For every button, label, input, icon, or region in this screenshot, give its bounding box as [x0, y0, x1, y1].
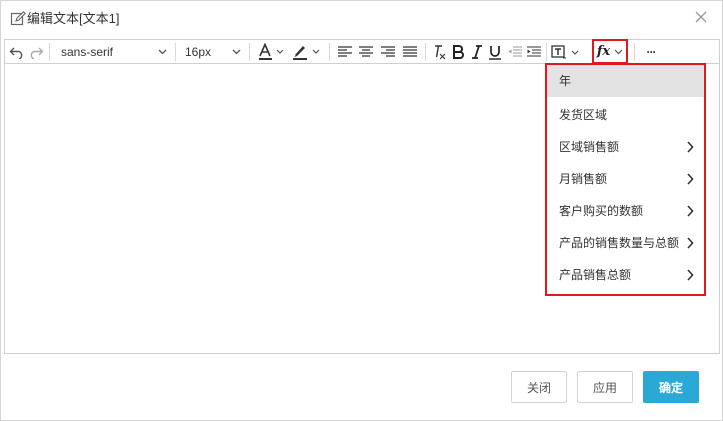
more-button[interactable]: ···	[639, 40, 663, 64]
close-button-label: 关闭	[526, 380, 551, 395]
font-color-button[interactable]	[257, 40, 287, 64]
outdent-button[interactable]	[506, 40, 523, 64]
align-justify-icon	[403, 46, 417, 57]
toolbar-divider	[249, 43, 250, 61]
textbox-icon	[551, 45, 579, 59]
menu-item-customer-purchase[interactable]: 客户购买的数额	[547, 195, 704, 227]
menu-item-label: 产品的销售数量与总额	[559, 236, 680, 250]
indent-icon	[526, 46, 541, 57]
editor-toolbar: sans-serif 16px fx ···	[4, 39, 720, 64]
undo-button[interactable]	[8, 40, 26, 64]
apply-button[interactable]: 应用	[577, 371, 633, 403]
menu-item-label: 客户购买的数额	[559, 204, 644, 218]
menu-item-product-qty-total[interactable]: 产品的销售数量与总额	[547, 227, 704, 259]
menu-item-year[interactable]: 年	[547, 65, 704, 97]
italic-icon	[472, 45, 482, 59]
chevron-right-icon	[687, 237, 694, 249]
chevron-down-icon	[158, 49, 167, 55]
clear-format-button[interactable]	[432, 40, 448, 64]
formula-button[interactable]: fx	[592, 39, 628, 64]
close-icon[interactable]	[694, 10, 708, 24]
toolbar-divider	[329, 43, 330, 61]
font-family-value: sans-serif	[61, 45, 114, 59]
dialog-title: 编辑文本[文本1]	[27, 11, 120, 26]
bold-icon	[453, 45, 464, 59]
font-size-value: 16px	[185, 45, 212, 59]
menu-item-label: 产品销售总额	[559, 268, 632, 282]
menu-item-label: 月销售额	[559, 172, 608, 186]
menu-item-monthly-sales[interactable]: 月销售额	[547, 163, 704, 195]
underline-icon	[489, 45, 501, 60]
align-center-icon	[359, 46, 373, 57]
font-color-icon	[259, 43, 284, 60]
redo-button[interactable]	[27, 40, 45, 64]
chevron-down-icon	[614, 49, 623, 54]
fx-icon: fx	[596, 44, 611, 59]
bold-button[interactable]	[450, 40, 466, 64]
toolbar-divider	[634, 43, 635, 61]
title-bar: 编辑文本[文本1]	[1, 1, 722, 37]
chevron-right-icon	[687, 269, 694, 281]
indent-button[interactable]	[525, 40, 542, 64]
underline-button[interactable]	[487, 40, 503, 64]
chevron-right-icon	[687, 173, 694, 185]
outdent-icon	[508, 46, 522, 57]
chevron-down-icon	[232, 49, 241, 55]
undo-icon	[9, 47, 23, 59]
edit-text-dialog: 编辑文本[文本1] sans-serif 16px fx ··· 年 发货区域 …	[0, 0, 723, 421]
align-justify-button[interactable]	[401, 40, 419, 64]
redo-icon	[30, 47, 44, 59]
align-left-button[interactable]	[336, 40, 354, 64]
align-left-icon	[338, 46, 352, 57]
menu-item-region-sales[interactable]: 区域销售额	[547, 131, 704, 163]
menu-item-label: 区域销售额	[559, 140, 620, 154]
align-center-button[interactable]	[357, 40, 375, 64]
toolbar-divider	[49, 43, 50, 61]
chevron-right-icon	[687, 141, 694, 153]
more-icon: ···	[646, 45, 657, 59]
font-family-select[interactable]: sans-serif	[57, 40, 169, 64]
italic-button[interactable]	[469, 40, 485, 64]
edit-icon	[10, 11, 26, 26]
menu-item-label: 年	[559, 74, 572, 88]
font-size-select[interactable]: 16px	[185, 40, 241, 64]
highlight-color-button[interactable]	[291, 40, 323, 64]
highlighter-icon	[293, 46, 320, 60]
formula-dropdown-menu: 年 发货区域 区域销售额 月销售额 客户购买的数额 产品的销售数量与总额 产品销…	[545, 63, 706, 296]
apply-button-label: 应用	[592, 380, 617, 395]
toolbar-divider	[175, 43, 176, 61]
align-right-icon	[381, 46, 395, 57]
confirm-button[interactable]: 确定	[643, 371, 699, 403]
toolbar-divider	[425, 43, 426, 61]
menu-item-label: 发货区域	[559, 108, 608, 122]
menu-item-product-sales-total[interactable]: 产品销售总额	[547, 259, 704, 291]
chevron-right-icon	[687, 205, 694, 217]
align-right-button[interactable]	[379, 40, 397, 64]
confirm-button-label: 确定	[658, 380, 683, 395]
clear-format-icon	[435, 45, 446, 60]
close-button[interactable]: 关闭	[511, 371, 567, 403]
toolbar-divider	[546, 43, 547, 61]
menu-item-ship-region[interactable]: 发货区域	[547, 99, 704, 131]
insert-textbox-button[interactable]	[550, 40, 582, 64]
